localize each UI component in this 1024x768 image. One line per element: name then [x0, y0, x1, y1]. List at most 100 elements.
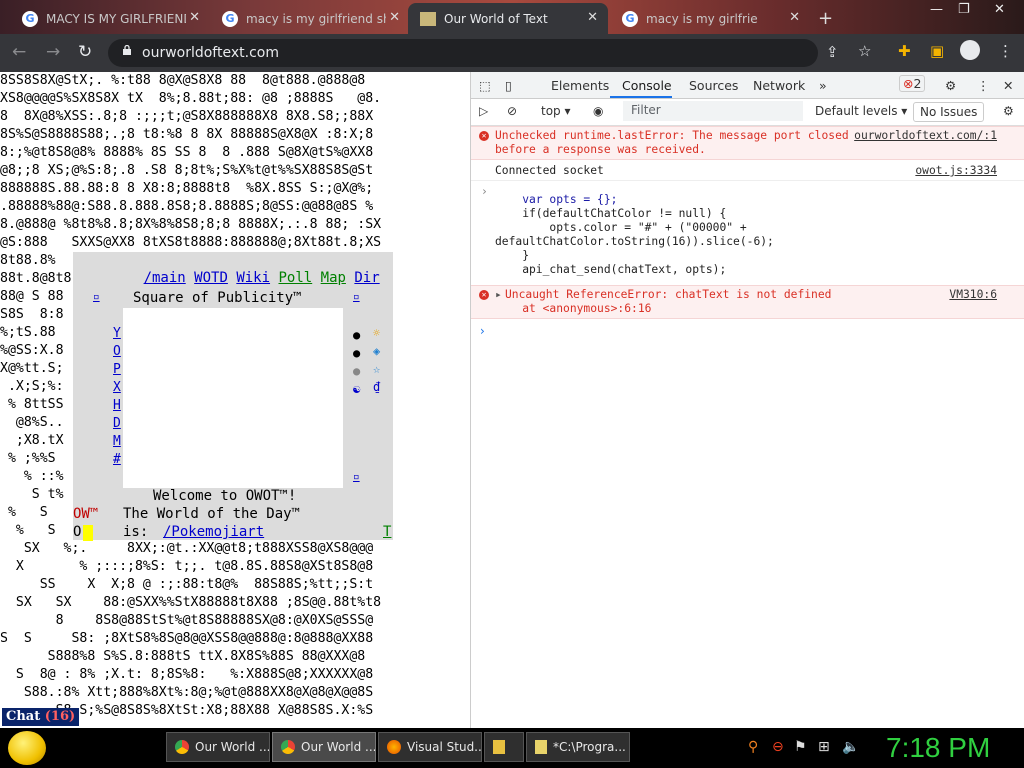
square-link[interactable]: D [113, 416, 121, 431]
square-link-d[interactable]: D [113, 416, 121, 431]
tab-console[interactable]: Console [622, 78, 672, 93]
square-link-o[interactable]: O [113, 344, 121, 359]
browser-tab-4[interactable]: G macy is my girlfrie ✕ [610, 3, 810, 34]
back-arrow-icon[interactable]: ← [12, 42, 26, 62]
close-tab-icon[interactable]: ✕ [789, 10, 800, 25]
url-text: ourworldoftext.com [142, 45, 279, 61]
t-link[interactable]: T [383, 524, 391, 540]
source-link[interactable]: owot.js:3334 [915, 164, 997, 178]
menu-kebab-icon[interactable]: ⋮ [998, 42, 1013, 60]
square-link-hash[interactable]: # [113, 452, 121, 467]
close-tab-icon[interactable]: ✕ [189, 10, 200, 25]
tab-title: MACY IS MY GIRLFRIEND [46, 11, 186, 26]
device-toolbar-icon[interactable]: ▯ [505, 78, 512, 93]
taskbar-button-folder[interactable] [484, 732, 524, 762]
tab-sources[interactable]: Sources [689, 78, 738, 93]
settings-gear-icon[interactable]: ⚙ [945, 78, 956, 93]
browser-tab-1[interactable]: G MACY IS MY GIRLFRIEND ✕ [10, 3, 210, 34]
nav-link-dir[interactable]: Dir [354, 270, 379, 286]
square-link-p[interactable]: P [113, 362, 121, 377]
square-link[interactable]: H [113, 398, 121, 413]
ow-o-label: O [73, 524, 82, 540]
square-link-x[interactable]: X [113, 380, 121, 395]
chat-count: (16) [44, 709, 76, 724]
yinyang-icon: ☯ [353, 382, 361, 396]
issues-button[interactable]: No Issues [913, 102, 985, 122]
taskbar: Our World ... Our World ... Visual Stud.… [0, 728, 1024, 768]
square-title: Square of Publicity™ [133, 290, 302, 306]
square-link[interactable]: X [113, 380, 121, 395]
context-select[interactable]: top ▾ [541, 104, 571, 118]
square-link[interactable]: P [113, 362, 121, 377]
nav-link-poll[interactable]: Poll [278, 270, 312, 286]
square-link-y[interactable]: Y [113, 326, 121, 341]
close-tab-icon[interactable]: ✕ [389, 10, 400, 25]
address-bar[interactable]: ourworldoftext.com [108, 39, 818, 67]
restore-icon[interactable]: ❐ [958, 2, 970, 17]
nav-link-map[interactable]: Map [321, 270, 346, 286]
clock[interactable]: 7:18 PM [886, 732, 990, 764]
inspect-element-icon[interactable]: ⬚ [479, 78, 491, 93]
sidebar-toggle-icon[interactable]: ▷ [479, 104, 488, 118]
clear-console-icon[interactable]: ⊘ [507, 104, 517, 118]
browser-tab-2[interactable]: G macy is my girlfriend she ✕ [210, 3, 410, 34]
source-link[interactable]: VM310:6 [949, 288, 997, 302]
taskbar-button-firefox[interactable]: Visual Stud... [378, 732, 482, 762]
share-icon[interactable]: ⇪ [826, 43, 839, 61]
publicity-square[interactable] [123, 308, 343, 488]
nav-link-wotd[interactable]: WOTD [194, 270, 228, 286]
code-line-6: api_chat_send(chatText, opts); [495, 263, 727, 276]
search-tray-icon[interactable]: ⚲ [748, 739, 758, 755]
taskbar-button-notepad[interactable]: *C:\Progra... [526, 732, 630, 762]
console-settings-icon[interactable]: ⚙ [1003, 104, 1014, 118]
console-output: ✕ Unchecked runtime.lastError: The messa… [471, 126, 1024, 319]
source-link[interactable]: ourworldoftext.com/:1 [854, 129, 997, 143]
taskbar-label: Our World ... [301, 740, 376, 754]
console-prompt-icon[interactable]: › [480, 324, 485, 338]
chat-button[interactable]: Chat (16) [2, 708, 80, 726]
more-options-icon[interactable]: ⋮ [977, 78, 990, 93]
square-link[interactable]: M [113, 434, 121, 449]
filter-input[interactable]: Filter [623, 101, 803, 121]
close-tab-icon[interactable]: ✕ [587, 10, 598, 25]
error-counter[interactable]: ⊗2 [899, 75, 926, 92]
ow-label: OW™ [73, 506, 99, 522]
square-link-h[interactable]: H [113, 398, 121, 413]
taskbar-label: Visual Stud... [407, 740, 482, 754]
input-chevron-icon: › [481, 185, 488, 198]
forward-arrow-icon[interactable]: → [46, 42, 60, 62]
flag-tray-icon[interactable]: ⚑ [794, 739, 807, 755]
sidepanel-icon[interactable]: ▣ [930, 42, 944, 60]
taskbar-button-chrome-2[interactable]: Our World ... [272, 732, 376, 762]
square-link[interactable]: Y [113, 326, 121, 341]
start-button[interactable] [8, 731, 46, 765]
owot-page[interactable]: 8SS8S8X@StX;. %:t88 8@X@S8X8 88 8@t888.@… [0, 72, 470, 728]
taskbar-button-chrome-1[interactable]: Our World ... [166, 732, 270, 762]
minimize-icon[interactable]: — [930, 2, 943, 17]
nav-link-wiki[interactable]: Wiki [236, 270, 270, 286]
square-link-m[interactable]: M [113, 434, 121, 449]
stop-tray-icon[interactable]: ⊖ [772, 739, 784, 755]
extensions-puzzle-icon[interactable]: ✚ [898, 42, 911, 60]
tab-network[interactable]: Network [753, 78, 805, 93]
nav-link-main[interactable]: /main [144, 270, 186, 286]
more-tabs-icon[interactable]: » [819, 78, 827, 93]
profile-avatar-icon[interactable] [960, 40, 980, 60]
owot-icon [420, 11, 436, 26]
tab-elements[interactable]: Elements [551, 78, 609, 93]
bookmark-star-icon[interactable]: ☆ [858, 42, 871, 60]
wotd-is-label: is: [123, 524, 149, 540]
new-tab-button[interactable]: + [818, 8, 833, 29]
wotd-link[interactable]: /Pokemojiart [163, 524, 264, 540]
eye-icon[interactable]: ◉ [593, 104, 603, 118]
browser-tab-3[interactable]: Our World of Text ✕ [408, 3, 608, 34]
expand-triangle-icon[interactable]: ▸ [495, 288, 502, 302]
close-window-icon[interactable]: ✕ [994, 2, 1005, 17]
square-link[interactable]: O [113, 344, 121, 359]
reload-icon[interactable]: ↻ [78, 42, 92, 62]
square-link[interactable]: # [113, 452, 121, 467]
close-devtools-icon[interactable]: ✕ [1003, 78, 1013, 93]
log-levels-select[interactable]: Default levels ▾ [815, 104, 907, 118]
volume-tray-icon[interactable]: 🔈 [842, 739, 859, 755]
network-tray-icon[interactable]: ⊞ [818, 739, 830, 755]
